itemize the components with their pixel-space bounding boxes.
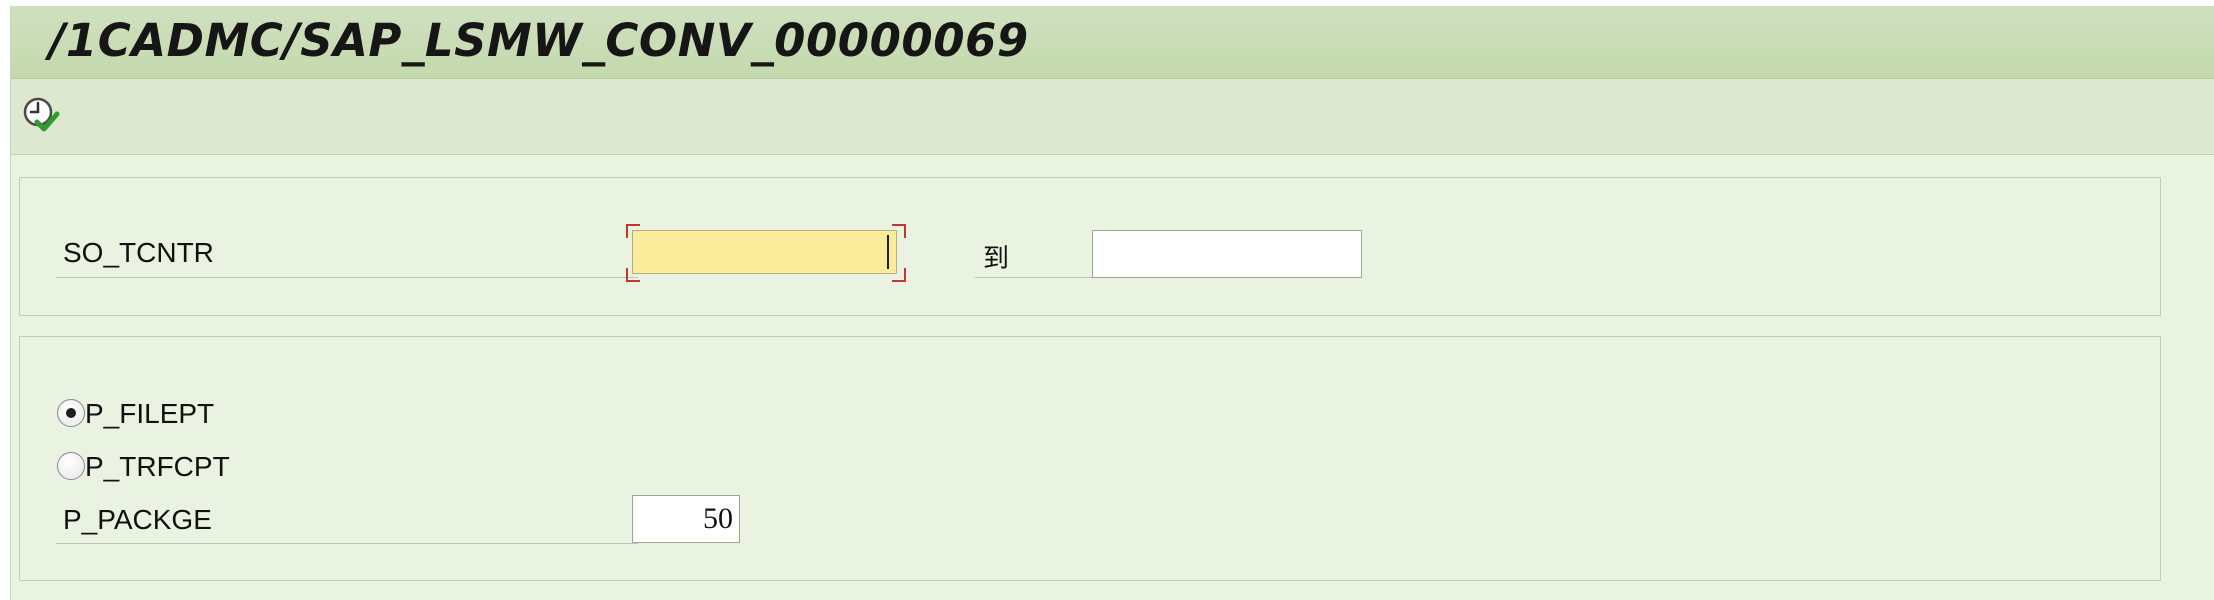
execute-button[interactable] <box>21 95 61 135</box>
title-bar: /1CADMC/SAP_LSMW_CONV_00000069 <box>11 6 2214 79</box>
so-tcntr-label: SO_TCNTR <box>63 237 214 268</box>
text-caret <box>887 235 889 269</box>
focus-corner-top-right <box>892 224 906 238</box>
application-toolbar <box>11 79 2214 155</box>
p-packge-label-line <box>56 543 638 544</box>
parameters-group: P_FILEPT P_TRFCPT P_PACKGE <box>19 336 2161 581</box>
p-packge-input[interactable] <box>632 495 740 543</box>
so-tcntr-label-line <box>56 277 638 278</box>
window-title: /1CADMC/SAP_LSMW_CONV_00000069 <box>49 14 1029 67</box>
focus-corner-bottom-left <box>626 268 640 282</box>
sap-window: /1CADMC/SAP_LSMW_CONV_00000069 SO_TCNTR … <box>0 0 2214 600</box>
to-label-line <box>975 277 1100 278</box>
select-options-group: SO_TCNTR 到 <box>19 177 2161 316</box>
so-tcntr-low-input[interactable] <box>632 230 897 274</box>
to-label: 到 <box>983 244 1010 274</box>
selection-screen: SO_TCNTR 到 P_FILEPT P_TRFCPT P_PACKGE <box>11 155 2214 600</box>
p-filept-radio[interactable] <box>57 399 85 427</box>
focus-corner-top-left <box>626 224 640 238</box>
execute-clock-check-icon <box>23 97 60 132</box>
p-filept-label[interactable]: P_FILEPT <box>85 398 214 430</box>
p-packge-label: P_PACKGE <box>63 504 212 535</box>
so-tcntr-high-input[interactable] <box>1092 230 1362 278</box>
radio-selected-dot <box>66 408 76 418</box>
p-trfcpt-label[interactable]: P_TRFCPT <box>85 451 230 483</box>
p-trfcpt-radio[interactable] <box>57 452 85 480</box>
focus-corner-bottom-right <box>892 268 906 282</box>
